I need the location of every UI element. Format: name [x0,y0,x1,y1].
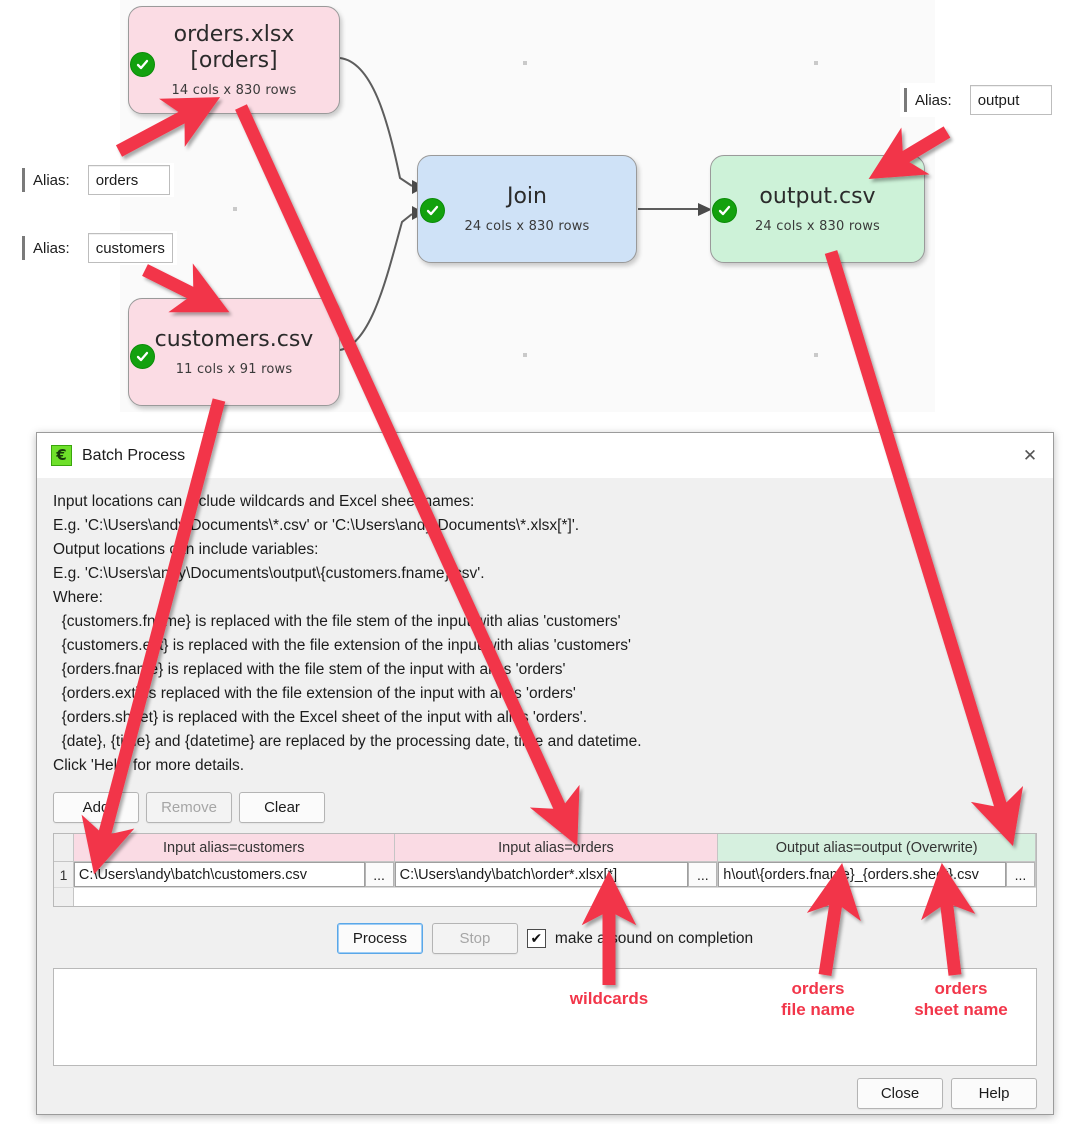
status-ok-icon [712,198,737,223]
alias-bar [22,168,25,192]
process-button[interactable]: Process [336,923,423,954]
alias-bar [22,236,25,260]
alias-label: Alias: [915,91,952,109]
help-text-block: Input locations can include wildcards an… [53,490,1037,778]
help-button[interactable]: Help [951,1078,1037,1109]
empty-row-number [54,888,74,906]
help-line: Output locations can include variables: [53,541,319,558]
alias-input-output[interactable]: output [969,85,1052,115]
annotation-sheet-name-line1: orders [934,979,988,998]
clear-button[interactable]: Clear [239,792,325,823]
annotation-file-name-line1: orders [791,979,845,998]
column-header-output[interactable]: Output alias=output (Overwrite) [718,834,1036,861]
close-button[interactable]: Close [857,1078,943,1109]
annotation-sheet-name-line2: sheet name [914,1000,1008,1019]
input-customers-path-field[interactable]: C:\Users\andy\batch\customers.csv [73,862,365,887]
sound-on-completion-label[interactable]: make a sound on completion [555,930,753,948]
table-row[interactable]: 1 C:\Users\andy\batch\customers.csv ... … [54,862,1036,888]
input-orders-path-field[interactable]: C:\Users\andy\batch\order*.xlsx[*] [394,862,689,887]
table-toolbar: Add Remove Clear [53,792,1037,823]
stop-button: Stop [431,923,518,954]
help-line: {orders.sheet} is replaced with the Exce… [53,709,588,726]
help-line: {date}, {time} and {datetime} are replac… [53,733,642,750]
help-line: Click 'Help' for more details. [53,757,245,774]
batch-table[interactable]: Input alias=customers Input alias=orders… [53,833,1037,907]
close-icon[interactable]: ✕ [1007,433,1053,478]
browse-orders-button[interactable]: ... [688,862,718,887]
dialog-footer: Close Help [53,1078,1037,1121]
node-join-dimensions: 24 cols x 830 rows [464,219,590,234]
row-number: 1 [54,862,74,887]
help-line: E.g. 'C:\Users\andy\Documents\output\{cu… [53,565,485,582]
annotation-label-file-name: orders file name [748,978,888,1020]
help-line: Where: [53,589,103,606]
node-orders-subtitle: [orders] [190,48,278,73]
help-line: Input locations can include wildcards an… [53,493,475,510]
process-controls: Process Stop ✔ make a sound on completio… [53,923,1037,954]
alias-row-output: Alias: output [900,83,1056,117]
sound-on-completion-checkbox[interactable]: ✔ [526,929,546,948]
alias-row-customers: Alias: customers [18,231,177,265]
alias-input-customers[interactable]: customers [87,233,173,263]
output-path-field[interactable]: h\out\{orders.fname}_{orders.sheet}.csv [718,862,1006,887]
flow-canvas[interactable]: orders.xlsx [orders] 14 cols x 830 rows … [0,0,1091,418]
help-line: {orders.fname} is replaced with the file… [53,661,566,678]
node-output[interactable]: output.csv 24 cols x 830 rows [710,155,925,263]
node-orders[interactable]: orders.xlsx [orders] 14 cols x 830 rows [128,6,340,114]
node-output-dimensions: 24 cols x 830 rows [754,219,881,234]
alias-label: Alias: [33,239,70,257]
browse-customers-button[interactable]: ... [364,862,394,887]
status-ok-icon [420,198,445,223]
alias-label: Alias: [33,171,70,189]
node-customers[interactable]: customers.csv 11 cols x 91 rows [128,298,340,406]
status-ok-icon [130,344,155,369]
alias-bar [904,88,907,112]
annotation-file-name-line2: file name [781,1000,855,1019]
node-orders-title: orders.xlsx [173,22,295,47]
status-ok-icon [130,52,155,77]
dialog-titlebar: € Batch Process ✕ [37,433,1053,478]
dialog-title: Batch Process [82,446,186,464]
node-join-title: Join [506,184,547,209]
column-header-input-customers[interactable]: Input alias=customers [73,834,395,861]
table-empty-area[interactable] [54,888,1036,906]
node-customers-dimensions: 11 cols x 91 rows [175,362,293,377]
node-customers-title: customers.csv [154,327,314,352]
annotation-label-wildcards: wildcards [569,989,649,1008]
help-line: {customers.ext} is replaced with the fil… [53,637,631,654]
table-header-row: Input alias=customers Input alias=orders… [54,834,1036,862]
remove-button: Remove [146,792,232,823]
help-line: {customers.fname} is replaced with the f… [53,613,621,630]
alias-row-orders: Alias: orders [18,163,174,197]
annotation-label-sheet-name: orders sheet name [890,978,1032,1020]
app-logo-icon: € [51,445,72,466]
help-line: {orders.ext} is replaced with the file e… [53,685,576,702]
browse-output-button[interactable]: ... [1006,862,1035,887]
alias-input-orders[interactable]: orders [87,165,170,195]
add-button[interactable]: Add [53,792,139,823]
node-output-title: output.csv [759,184,876,209]
help-line: E.g. 'C:\Users\andy\Documents\*.csv' or … [53,517,580,534]
node-orders-dimensions: 14 cols x 830 rows [171,83,297,98]
table-corner-cell [54,834,74,861]
node-join[interactable]: Join 24 cols x 830 rows [417,155,637,263]
column-header-input-orders[interactable]: Input alias=orders [394,834,719,861]
